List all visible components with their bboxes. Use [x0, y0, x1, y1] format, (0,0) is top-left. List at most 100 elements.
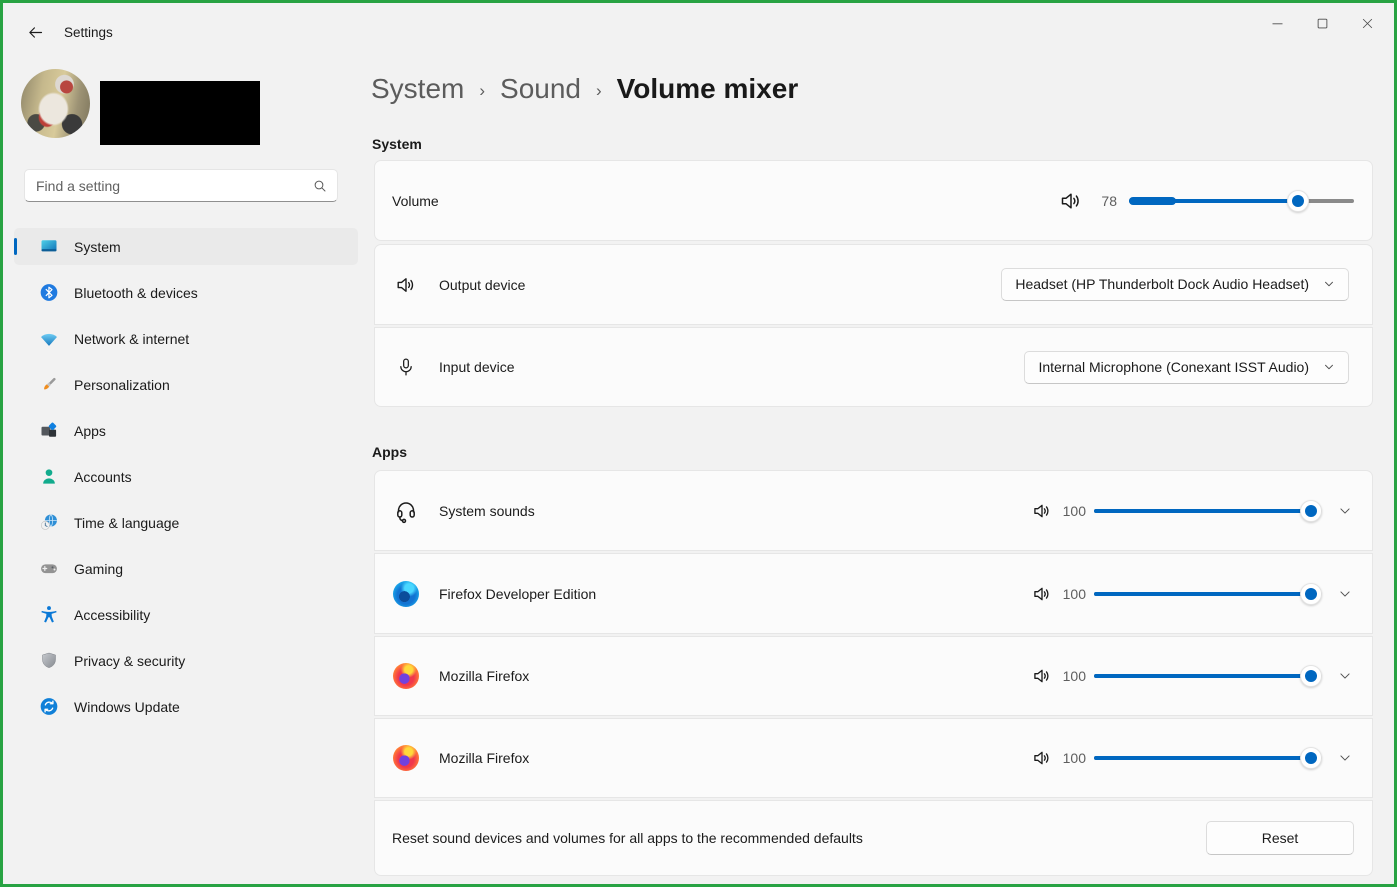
sidebar-item-time-language[interactable]: Time & language — [14, 504, 358, 541]
slider-thumb[interactable] — [1300, 747, 1322, 769]
sidebar-item-network-internet[interactable]: Network & internet — [14, 320, 358, 357]
sidebar-item-personalization[interactable]: Personalization — [14, 366, 358, 403]
app-row-mozilla-firefox-2: Mozilla Firefox 100 — [374, 718, 1373, 798]
output-device-value: Headset (HP Thunderbolt Dock Audio Heads… — [1015, 276, 1309, 292]
chevron-right-icon: › — [596, 80, 602, 100]
system-cards: Volume 78 Output device Headset (HP Thun… — [374, 160, 1373, 407]
back-button[interactable] — [19, 19, 51, 45]
speaker-icon — [1032, 748, 1052, 768]
sidebar-item-privacy-security[interactable]: Privacy & security — [14, 642, 358, 679]
expand-chevron-icon[interactable] — [1338, 587, 1352, 601]
speaker-icon — [393, 272, 419, 298]
chevron-down-icon — [1323, 278, 1335, 290]
sidebar-item-label: System — [74, 238, 121, 255]
app-name: Mozilla Firefox — [439, 750, 530, 766]
expand-chevron-icon[interactable] — [1338, 504, 1352, 518]
speaker-icon — [1032, 501, 1052, 521]
gaming-icon — [39, 559, 59, 579]
apps-icon — [39, 421, 59, 441]
page-title: Volume mixer — [616, 73, 799, 104]
sidebar-item-label: Network & internet — [74, 330, 190, 347]
output-device-dropdown[interactable]: Headset (HP Thunderbolt Dock Audio Heads… — [1001, 268, 1349, 301]
privacy-security-icon — [39, 651, 59, 671]
sidebar-item-label: Apps — [74, 422, 106, 439]
arrow-left-icon — [27, 24, 44, 41]
app-volume-slider[interactable] — [1094, 747, 1322, 769]
system-icon — [39, 237, 59, 257]
sidebar-item-bluetooth-devices[interactable]: Bluetooth & devices — [14, 274, 358, 311]
input-device-label: Input device — [439, 359, 515, 375]
app-row-system-sounds: System sounds 100 — [374, 470, 1373, 551]
minimize-button[interactable] — [1255, 5, 1300, 41]
sidebar-item-accessibility[interactable]: Accessibility — [14, 596, 358, 633]
window-controls — [1255, 5, 1390, 41]
accounts-icon — [39, 467, 59, 487]
slider-thumb[interactable] — [1300, 665, 1322, 687]
input-device-dropdown[interactable]: Internal Microphone (Conexant ISST Audio… — [1024, 350, 1349, 384]
reset-card: Reset sound devices and volumes for all … — [374, 800, 1373, 876]
sidebar-item-label: Accounts — [74, 468, 132, 485]
sidebar-item-gaming[interactable]: Gaming — [14, 550, 358, 587]
bluetooth-icon — [39, 283, 59, 303]
speaker-icon — [1032, 584, 1052, 604]
maximize-button[interactable] — [1300, 5, 1345, 41]
breadcrumb: System › Sound › Volume mixer — [371, 73, 798, 105]
sidebar-item-windows-update[interactable]: Windows Update — [14, 688, 358, 725]
section-header-system: System — [372, 136, 422, 152]
sidebar-item-label: Windows Update — [74, 698, 180, 715]
reset-button[interactable]: Reset — [1206, 821, 1354, 855]
reset-description: Reset sound devices and volumes for all … — [392, 830, 863, 846]
chevron-right-icon: › — [479, 80, 486, 100]
section-header-apps: Apps — [372, 444, 407, 460]
expand-chevron-icon[interactable] — [1338, 669, 1352, 683]
firefox-developer-icon — [393, 580, 419, 607]
sidebar-item-label: Time & language — [74, 514, 180, 531]
network-icon — [39, 329, 59, 349]
sidebar-item-label: Accessibility — [74, 606, 151, 623]
app-name: Mozilla Firefox — [439, 668, 530, 684]
sidebar-item-accounts[interactable]: Accounts — [14, 458, 358, 495]
settings-window: Settings System — [0, 0, 1397, 887]
user-avatar[interactable] — [21, 69, 90, 138]
app-volume-value: 100 — [1062, 585, 1086, 602]
slider-thumb[interactable] — [1300, 582, 1322, 605]
firefox-icon — [393, 745, 419, 771]
close-button[interactable] — [1345, 5, 1390, 41]
app-volume-slider[interactable] — [1094, 499, 1322, 522]
app-volume-value: 100 — [1062, 668, 1086, 684]
breadcrumb-sound[interactable]: Sound — [500, 73, 581, 105]
chevron-down-icon — [1323, 361, 1335, 373]
search-box — [24, 169, 338, 202]
input-device-value: Internal Microphone (Conexant ISST Audio… — [1038, 358, 1309, 375]
user-name-redacted — [100, 81, 260, 145]
volume-slider[interactable] — [1129, 189, 1354, 212]
search-input[interactable] — [25, 177, 307, 194]
app-row-mozilla-firefox-1: Mozilla Firefox 100 — [374, 636, 1373, 716]
accessibility-icon — [39, 605, 59, 625]
apps-cards: System sounds 100 Firefox Developer Edit — [374, 470, 1373, 876]
app-volume-value: 100 — [1062, 502, 1086, 519]
slider-thumb[interactable] — [1300, 499, 1322, 522]
volume-slider-thumb[interactable] — [1287, 189, 1310, 212]
app-name: Firefox Developer Edition — [439, 585, 597, 602]
microphone-icon — [393, 354, 419, 380]
firefox-icon — [393, 663, 419, 689]
sidebar-item-label: Gaming — [74, 560, 124, 577]
volume-value: 78 — [1101, 192, 1117, 209]
personalization-icon — [39, 375, 59, 395]
sidebar-item-label: Personalization — [74, 376, 170, 393]
app-volume-slider[interactable] — [1094, 665, 1322, 687]
input-device-card: Input device Internal Microphone (Conexa… — [374, 327, 1373, 407]
sidebar-item-apps[interactable]: Apps — [14, 412, 358, 449]
window-title: Settings — [64, 25, 113, 40]
volume-label: Volume — [392, 192, 439, 209]
breadcrumb-system[interactable]: System — [371, 73, 464, 105]
windows-update-icon — [39, 697, 59, 717]
app-name: System sounds — [439, 502, 535, 519]
sidebar-item-system[interactable]: System — [14, 228, 358, 265]
app-volume-value: 100 — [1062, 750, 1086, 766]
app-volume-slider[interactable] — [1094, 582, 1322, 605]
search-icon — [307, 178, 333, 194]
expand-chevron-icon[interactable] — [1338, 751, 1352, 765]
speaker-icon — [1032, 666, 1052, 686]
